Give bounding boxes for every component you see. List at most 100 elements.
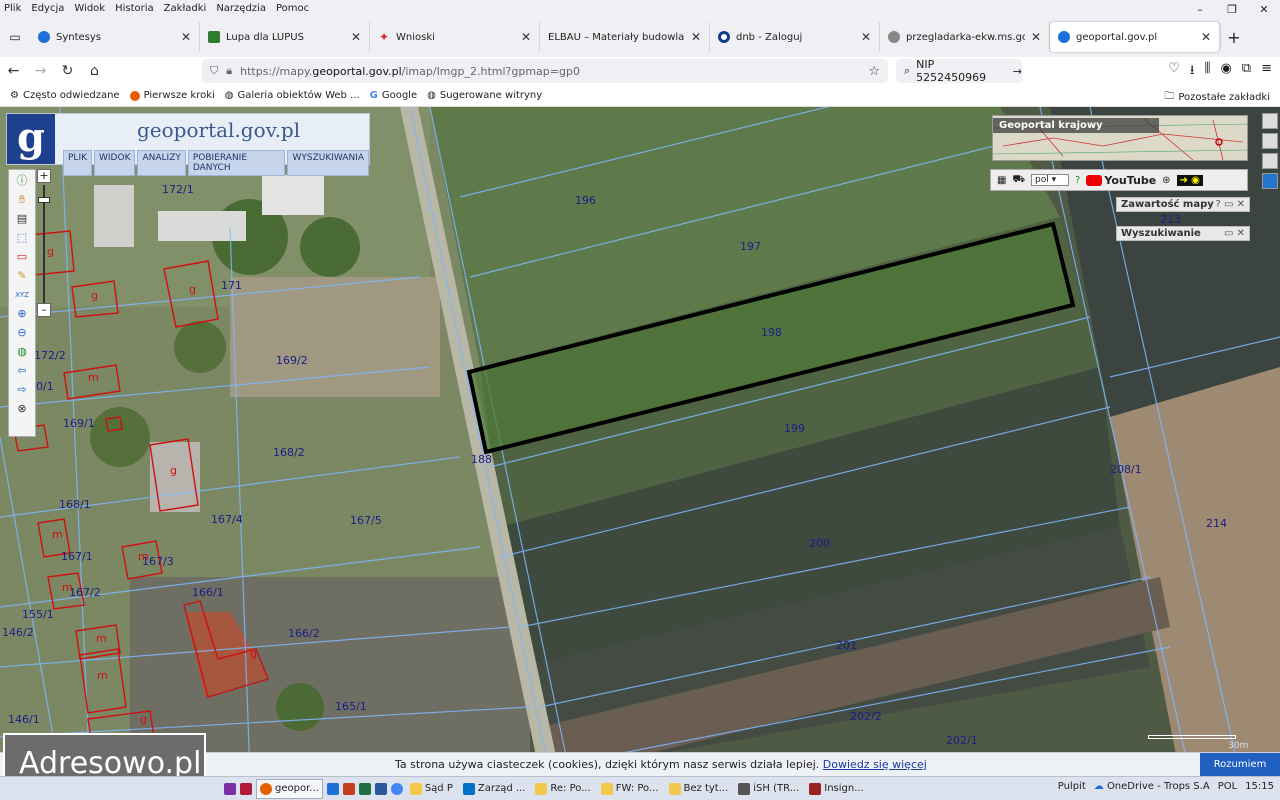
menu-history[interactable]: Historia — [115, 3, 154, 14]
tab-syntesys[interactable]: Syntesys ✕ — [30, 22, 200, 52]
select-area-icon[interactable]: ▭ — [15, 250, 29, 264]
tray-onedrive[interactable]: ☁ OneDrive - Trops S.A — [1094, 781, 1210, 792]
menu-analizy[interactable]: ANALIZY — [137, 150, 186, 176]
tab-ekw[interactable]: przegladarka-ekw.ms.gov.pl/eu ✕ — [880, 22, 1050, 52]
panel-controls[interactable]: ▭ ✕ — [1224, 227, 1245, 240]
close-window-icon[interactable]: ✕ — [1248, 0, 1280, 17]
menu-help[interactable]: Pomoc — [276, 3, 309, 14]
taskbar-re[interactable]: Re: Po... — [532, 779, 593, 799]
taskbar-sad[interactable]: Sąd P — [407, 779, 456, 799]
bookmark-star-icon[interactable]: ☆ — [868, 64, 880, 79]
bookmark-gallery[interactable]: ◍ Galeria obiektów Web ... — [225, 90, 360, 101]
taskbar-bez[interactable]: Bez tyt... — [666, 779, 732, 799]
reload-icon[interactable]: ↻ — [54, 63, 81, 79]
zoom-out-icon[interactable]: ⊖ — [15, 326, 29, 340]
pocket-icon[interactable]: ♡ — [1168, 61, 1180, 83]
panel-controls[interactable]: ? ▭ ✕ — [1216, 198, 1246, 211]
taskbar-insign[interactable]: Insign... — [806, 779, 867, 799]
menu-file[interactable]: Plik — [4, 3, 21, 14]
pan-hand-icon[interactable]: ✋︎ — [15, 193, 29, 207]
xyz-icon[interactable]: XYZ — [15, 288, 29, 302]
tray-desktop[interactable]: Pulpit — [1058, 781, 1086, 792]
library-icon[interactable]: ⫼ — [1204, 61, 1210, 83]
panel-search[interactable]: Wyszukiwanie ▭ ✕ — [1116, 226, 1250, 241]
side-tab-settings[interactable] — [1262, 153, 1278, 169]
forward-icon[interactable]: → — [27, 63, 54, 79]
taskbar-fw[interactable]: FW: Po... — [598, 779, 662, 799]
taskbar-firefox[interactable]: geopor... — [256, 778, 323, 799]
geoportal-logo[interactable]: g — [7, 114, 55, 164]
app-icon[interactable] — [326, 782, 339, 795]
account-icon[interactable]: ◉ — [1220, 61, 1231, 83]
pencil-icon[interactable]: ✎ — [15, 269, 29, 283]
tab-lupa[interactable]: Lupa dla LUPUS ✕ — [200, 22, 370, 52]
youtube-link[interactable]: YouTube — [1086, 174, 1156, 187]
zoom-minus-button[interactable]: – — [37, 303, 51, 317]
menu-pobieranie[interactable]: POBIERANIE DANYCH — [187, 150, 286, 176]
zoom-plus-button[interactable]: + — [37, 169, 51, 183]
excel-icon[interactable] — [358, 782, 371, 795]
extensions-icon[interactable]: ⧉ — [1242, 61, 1251, 83]
car-icon[interactable]: ⛟ — [1012, 174, 1025, 187]
tray-language[interactable]: POL — [1218, 781, 1237, 792]
close-tab-icon[interactable]: ✕ — [521, 30, 531, 44]
lock-icon[interactable]: 🔒︎ — [226, 64, 232, 78]
cookie-accept-button[interactable]: Rozumiem — [1200, 753, 1280, 777]
close-tab-icon[interactable]: ✕ — [1031, 30, 1041, 44]
bookmark-suggested[interactable]: ◍ Sugerowane witryny — [427, 90, 542, 101]
search-field[interactable]: ⌕ NIP 5252450969 → — [896, 58, 1022, 84]
side-tab-tools[interactable] — [1262, 113, 1278, 129]
app-icon[interactable] — [240, 782, 252, 795]
menu-edit[interactable]: Edycja — [31, 3, 64, 14]
tab-list-icon[interactable]: ▭ — [0, 30, 30, 44]
help-icon[interactable]: ? — [1075, 175, 1080, 186]
cookie-more-link[interactable]: Dowiedz się więcej — [823, 758, 927, 771]
print-icon[interactable]: ▦ — [997, 175, 1006, 186]
side-tab-view[interactable] — [1262, 173, 1278, 189]
menu-bookmarks[interactable]: Zakładki — [164, 3, 207, 14]
url-bar[interactable]: ⛉ 🔒︎ https://mapy.geoportal.gov.pl/imap/… — [202, 59, 888, 83]
other-bookmarks[interactable]: 🗀︎ Pozostałe zakładki — [1164, 89, 1270, 106]
tab-elbau[interactable]: ELBAU – Materiały budowlane Pozn ✕ — [540, 22, 710, 52]
close-tab-icon[interactable]: ✕ — [691, 30, 701, 44]
close-tab-icon[interactable]: ✕ — [861, 30, 871, 44]
minimize-icon[interactable]: – — [1184, 0, 1216, 17]
close-tab-icon[interactable]: ✕ — [181, 30, 191, 44]
tab-wnioski[interactable]: ✦ Wnioski ✕ — [370, 22, 540, 52]
chrome-icon[interactable] — [390, 782, 403, 795]
taskbar-ish[interactable]: iSH (TR... — [735, 779, 802, 799]
bookmark-first-steps[interactable]: Pierwsze kroki — [129, 90, 215, 101]
arrow-right-icon[interactable]: ⇨ — [15, 383, 29, 397]
menu-tools[interactable]: Narzędzia — [216, 3, 266, 14]
tray-clock[interactable]: 15:15 — [1245, 781, 1274, 792]
taskbar-zarzad[interactable]: Zarząd ... — [460, 779, 529, 799]
zoom-in-icon[interactable]: ⊕ — [15, 307, 29, 321]
contrast-icon[interactable]: ➜ ◉ — [1176, 174, 1203, 186]
overview-map[interactable]: Geoportal krajowy — [992, 115, 1249, 161]
globe-icon[interactable]: ◍ — [15, 345, 29, 359]
arrow-left-icon[interactable]: ⇦ — [15, 364, 29, 378]
menu-plik[interactable]: PLIK — [63, 150, 92, 176]
bookmark-most-visited[interactable]: ⚙ Często odwiedzane — [10, 90, 120, 101]
menu-view[interactable]: Widok — [74, 3, 105, 14]
shield-icon[interactable]: ⛉ — [210, 64, 218, 78]
downloads-icon[interactable]: ⭳ — [1190, 61, 1195, 83]
panel-map-content[interactable]: Zawartość mapy ? ▭ ✕ — [1116, 197, 1250, 212]
zoom-thumb[interactable] — [38, 197, 50, 203]
bookmark-google[interactable]: G Google — [370, 90, 417, 101]
hamburger-menu-icon[interactable]: ≡ — [1261, 61, 1272, 83]
select-icon[interactable]: ⬚ — [15, 231, 29, 245]
menu-widok[interactable]: WIDOK — [94, 150, 136, 176]
side-tab-info[interactable] — [1262, 133, 1278, 149]
tab-dnb[interactable]: dnb - Zaloguj ✕ — [710, 22, 880, 52]
home-icon[interactable]: ⌂ — [81, 63, 108, 79]
close-tab-icon[interactable]: ✕ — [351, 30, 361, 44]
word-icon[interactable] — [374, 782, 387, 795]
cancel-icon[interactable]: ⊗ — [15, 402, 29, 416]
layers-icon[interactable]: ▤ — [15, 212, 29, 226]
info-icon[interactable]: ⓘ — [15, 174, 29, 188]
maximize-icon[interactable]: ❐ — [1216, 0, 1248, 17]
powerpoint-icon[interactable] — [342, 782, 355, 795]
accessibility-icon[interactable]: ⊛ — [1162, 175, 1170, 186]
new-tab-icon[interactable]: + — [1220, 28, 1248, 47]
